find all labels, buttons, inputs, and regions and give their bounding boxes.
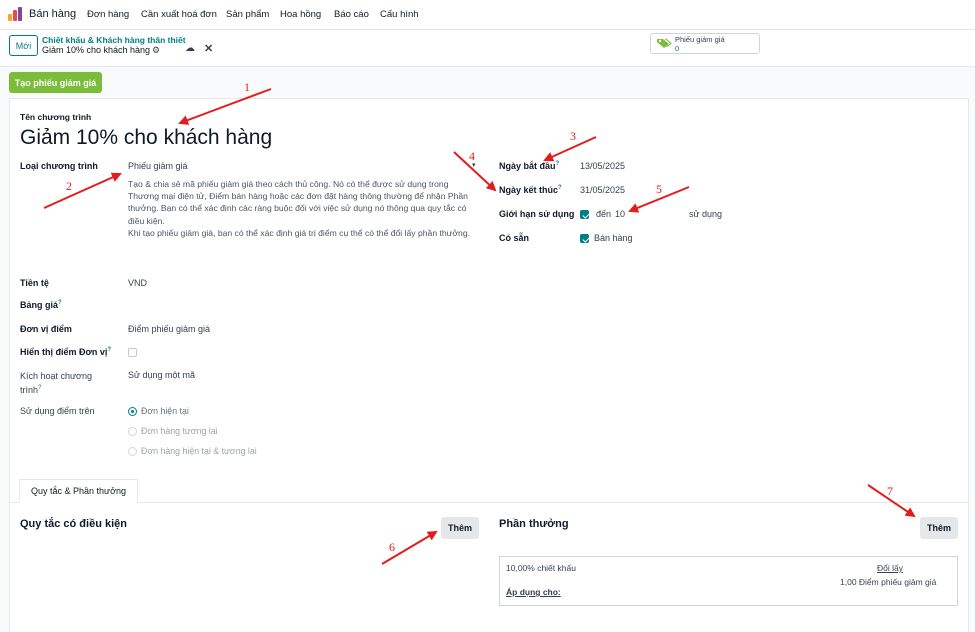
breadcrumb-parent[interactable]: Chiết khấu & Khách hàng thân thiết [42, 35, 186, 45]
reward-description: 10,00% chiết khấu [506, 563, 576, 573]
start-date-label: Ngày bắt đầu? [499, 161, 559, 171]
start-date-label-text: Ngày bắt đầu [499, 161, 556, 171]
show-point-unit-label-text: Hiển thị điểm Đơn vị [20, 347, 108, 357]
add-rule-button[interactable]: Thêm [441, 517, 479, 539]
apply-both-label[interactable]: Đơn hàng hiện tại & tương lai [141, 446, 257, 456]
pricelist-label: Bảng giá? [20, 300, 62, 310]
apply-current-label[interactable]: Đơn hiện tại [141, 406, 189, 416]
program-name-field[interactable]: Giảm 10% cho khách hàng [20, 126, 272, 150]
help-icon[interactable]: ? [558, 185, 562, 191]
end-date-field[interactable]: 31/05/2025 [580, 185, 625, 195]
discard-icon[interactable]: ✕ [204, 42, 213, 55]
coupons-count: 0 [675, 44, 680, 53]
help-icon[interactable]: ? [556, 161, 560, 167]
help-icon[interactable]: ? [107, 347, 111, 353]
coupons-label: Phiếu giảm giá [675, 35, 725, 44]
limit-usage-label: Giới hạn sử dụng [499, 209, 575, 219]
program-type-desc-text: Tạo & chia sẻ mã phiếu giảm giá theo các… [128, 179, 468, 226]
rules-title: Quy tắc có điều kiện [20, 518, 127, 530]
rewards-title: Phần thưởng [499, 518, 569, 530]
redeem-link[interactable]: Đổi lấy [877, 563, 903, 573]
annotation-number-5: 5 [656, 182, 662, 196]
nav-configuration[interactable]: Cấu hình [380, 9, 419, 20]
trigger-field[interactable]: Sử dụng một mã [128, 370, 195, 380]
new-button[interactable]: Mới [9, 35, 38, 56]
available-on-label: Có sẵn [499, 233, 530, 243]
available-sales-label: Bán hàng [594, 233, 633, 243]
annotation-number-7: 7 [887, 484, 893, 498]
program-type-description: Tạo & chia sẻ mã phiếu giảm giá theo các… [128, 178, 473, 239]
end-date-label: Ngày kết thúc? [499, 185, 562, 195]
program-type-select[interactable]: Phiếu giảm giá [128, 161, 188, 171]
apply-future-radio[interactable] [128, 427, 137, 436]
program-name-label: Tên chương trình [20, 112, 92, 122]
tab-bar-line [10, 502, 968, 503]
currency-label: Tiền tệ [20, 278, 49, 288]
point-unit-label: Đơn vị điểm [20, 324, 72, 334]
point-unit-field[interactable]: Điểm phiếu giảm giá [128, 324, 210, 334]
annotation-number-3: 3 [570, 129, 576, 143]
nav-reports[interactable]: Báo cáo [334, 9, 369, 20]
gear-icon[interactable]: ⚙ [152, 45, 160, 56]
help-icon[interactable]: ? [58, 300, 62, 306]
show-point-unit-label: Hiển thị điểm Đơn vị? [20, 347, 111, 357]
nav-products[interactable]: Sản phẩm [226, 9, 269, 20]
program-type-label: Loại chương trình [20, 161, 98, 171]
available-sales-checkbox[interactable] [580, 234, 589, 243]
program-type-desc-text-2: Khi tạo phiếu giảm giá, bạn có thể xác đ… [128, 227, 470, 238]
add-reward-button[interactable]: Thêm [920, 517, 958, 539]
trigger-label-line1: Kích hoạt chương [20, 371, 92, 381]
help-icon[interactable]: ? [38, 385, 41, 391]
trigger-label: Kích hoạt chương trình? [20, 370, 92, 396]
annotation-number-1: 1 [244, 80, 250, 94]
pricelist-label-text: Bảng giá [20, 300, 59, 310]
tab-rules-rewards[interactable]: Quy tắc & Phần thưởng [19, 479, 138, 503]
apply-both-radio[interactable] [128, 447, 137, 456]
trigger-label-line2: trình [20, 385, 39, 395]
limit-usage-checkbox[interactable] [580, 210, 589, 219]
create-coupon-button[interactable]: Tạo phiếu giảm giá [9, 72, 102, 93]
start-date-field[interactable]: 13/05/2025 [580, 161, 625, 171]
app-title[interactable]: Bán hàng [29, 8, 76, 20]
nav-orders[interactable]: Đơn hàng [87, 9, 129, 20]
pricelist-field[interactable] [128, 300, 328, 312]
redeem-points: 1,00 Điểm phiếu giảm giá [840, 577, 937, 587]
tags-icon [657, 38, 672, 48]
save-cloud-icon[interactable]: ☁ [185, 43, 195, 54]
limit-prefix: đến [596, 209, 612, 219]
apply-current-radio[interactable] [128, 407, 137, 416]
limit-value-input[interactable]: 10 [615, 209, 625, 219]
nav-commissions[interactable]: Hoa hồng [280, 9, 321, 20]
limit-suffix: sử dụng [689, 209, 723, 219]
currency-field[interactable]: VND [128, 278, 147, 288]
annotation-number-2: 2 [66, 179, 72, 193]
nav-to-invoice[interactable]: Cần xuất hoá đơn [141, 9, 217, 20]
breadcrumb-current: Giảm 10% cho khách hàng [42, 45, 151, 55]
apply-on-link[interactable]: Áp dụng cho: [506, 587, 561, 597]
app-logo-icon[interactable] [8, 7, 22, 21]
apply-future-label[interactable]: Đơn hàng tương lai [141, 426, 218, 436]
annotation-number-4: 4 [469, 149, 475, 163]
apply-points-label: Sử dụng điểm trên [20, 406, 95, 416]
annotation-number-6: 6 [389, 540, 395, 554]
end-date-label-text: Ngày kết thúc [499, 185, 559, 195]
show-point-unit-checkbox[interactable] [128, 348, 137, 357]
